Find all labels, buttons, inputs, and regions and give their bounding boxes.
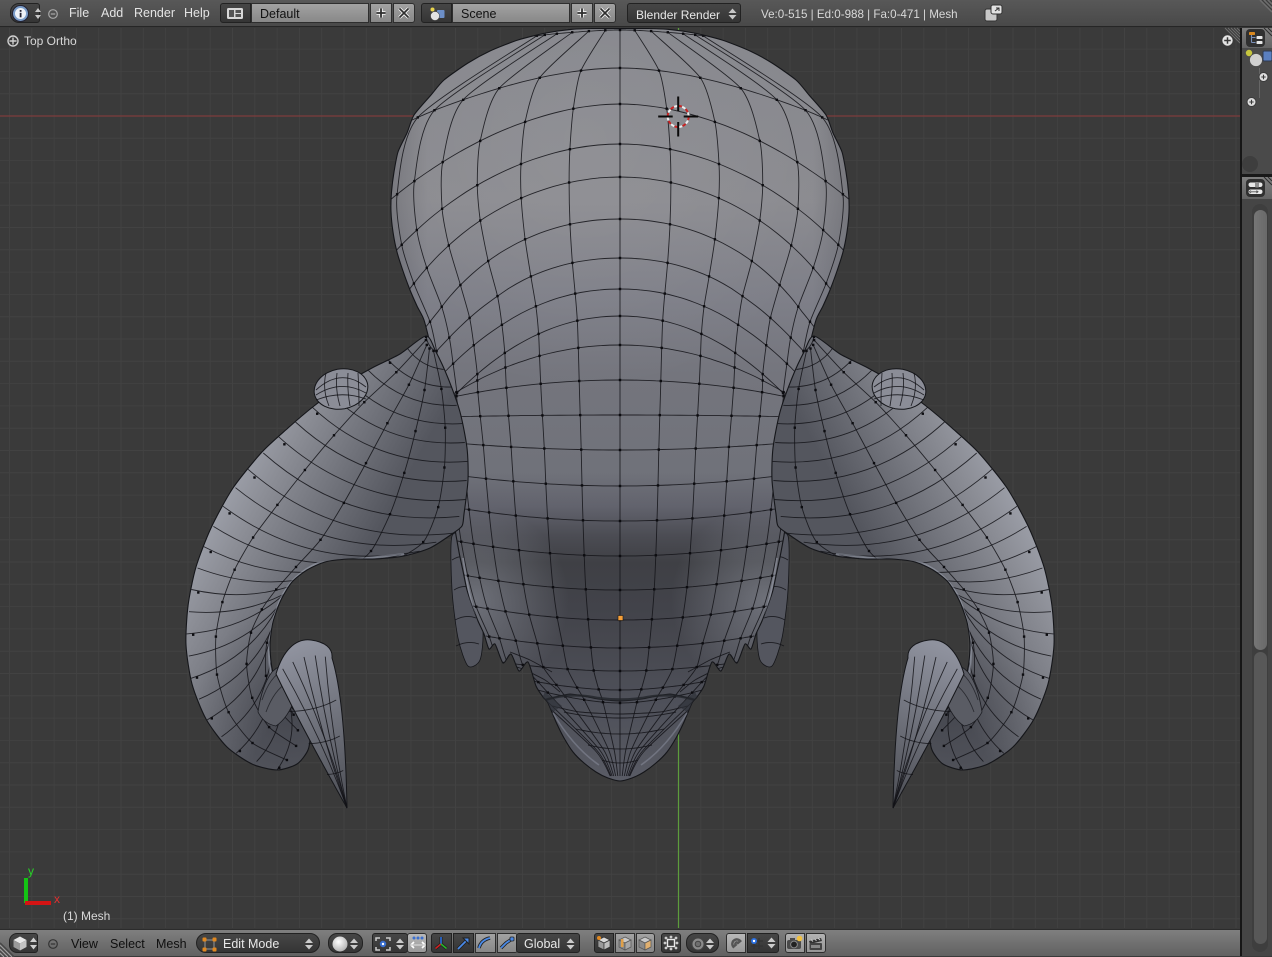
svg-text:y: y [28,864,34,878]
svg-text:x: x [54,892,60,906]
